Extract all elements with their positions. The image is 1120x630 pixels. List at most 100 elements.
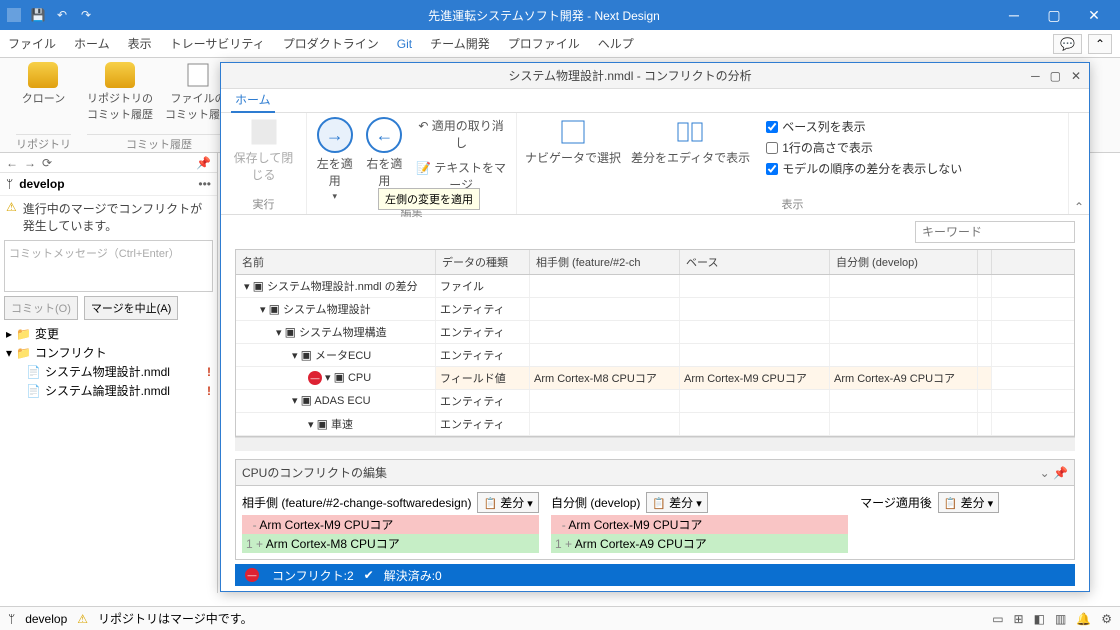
entity-icon: ▣ — [285, 325, 296, 339]
conflict-status-bar: —コンフリクト:2 ✔解決済み:0 — [235, 564, 1075, 586]
dialog-maximize-button[interactable]: ▢ — [1050, 69, 1061, 83]
warning-icon: ⚠ — [6, 200, 17, 214]
chk-show-base[interactable]: ベース列を表示 — [766, 117, 962, 136]
diff-button[interactable]: 📋 差分 ▾ — [477, 492, 538, 513]
branch-name: develop — [19, 177, 64, 191]
refresh-icon[interactable]: ⟳ — [42, 156, 52, 170]
menu-profile[interactable]: プロファイル — [508, 35, 580, 52]
col-mine[interactable]: 自分側 (develop) — [830, 250, 978, 274]
tree-changes[interactable]: ▸📁変更 — [4, 324, 213, 343]
menu-team[interactable]: チーム開発 — [430, 35, 490, 52]
collapse-ribbon-icon[interactable]: ⌃ — [1069, 113, 1089, 214]
changes-tree: ▸📁変更 ▾📁コンフリクト 📄システム物理設計.nmdl! 📄システム論理設計.… — [0, 322, 217, 402]
col-name[interactable]: 名前 — [236, 250, 436, 274]
branch-more-icon[interactable]: ••• — [198, 177, 211, 191]
dialog-close-button[interactable]: ✕ — [1071, 69, 1081, 83]
select-navigator-button[interactable]: ナビゲータで選択 — [525, 117, 621, 166]
commit-button[interactable]: コミット(O) — [4, 296, 78, 320]
col-base[interactable]: ベース — [680, 250, 830, 274]
collapse-ribbon-icon[interactable]: ⌃ — [1088, 34, 1112, 54]
menu-file[interactable]: ファイル — [8, 35, 56, 52]
notifications-icon[interactable]: 🔔 — [1076, 612, 1091, 626]
show-diff-editor-button[interactable]: 差分をエディタで表示 — [631, 117, 750, 166]
menu-home[interactable]: ホーム — [74, 35, 110, 52]
redo-icon[interactable]: ↷ — [78, 7, 94, 23]
chk-row-height[interactable]: 1行の高さで表示 — [766, 138, 962, 157]
save-icon[interactable]: 💾 — [30, 7, 46, 23]
arrow-right-icon[interactable]: → — [24, 156, 36, 170]
grid-horizontal-scrollbar[interactable] — [235, 437, 1075, 451]
merged-label: マージ適用後 — [860, 494, 932, 511]
grid-row[interactable]: ▾ ▣ 車速エンティティ — [236, 413, 1074, 436]
conflict-marker-icon: ! — [207, 365, 211, 379]
apply-right-button[interactable]: ←右を適用 — [365, 117, 405, 189]
save-icon — [249, 117, 279, 147]
grid-row[interactable]: ▾ ▣ システム物理構造エンティティ — [236, 321, 1074, 344]
status-branch[interactable]: develop — [25, 612, 67, 626]
database-icon — [28, 62, 58, 88]
grid-row[interactable]: ▾ ▣ システム物理設計エンティティ — [236, 298, 1074, 321]
chat-icon[interactable]: 💬 — [1053, 34, 1082, 54]
diff-removed-line: - Arm Cortex-M9 CPUコア — [551, 515, 848, 534]
dialog-title: システム物理設計.nmdl - コンフリクトの分析 — [229, 67, 1031, 84]
status-icon[interactable]: ⊞ — [1014, 612, 1024, 626]
window-title: 先進運転システムソフト開発 - Next Design — [94, 7, 994, 24]
pin-icon[interactable]: 📌 — [196, 156, 211, 170]
status-icon[interactable]: ▭ — [992, 612, 1003, 626]
grid-header: 名前 データの種類 相手側 (feature/#2-ch ベース 自分側 (de… — [236, 250, 1074, 275]
col-their[interactable]: 相手側 (feature/#2-ch — [530, 250, 680, 274]
clone-button[interactable]: クローン — [22, 62, 65, 108]
apply-left-button[interactable]: →左を適用▾ — [315, 117, 355, 202]
repo-history-button[interactable]: リポジトリの コミット履歴 — [87, 62, 153, 124]
menu-git[interactable]: Git — [397, 37, 412, 51]
diff-button[interactable]: 📋 差分 ▾ — [646, 492, 707, 513]
arrow-left-circle-icon: ← — [366, 117, 402, 153]
menu-view[interactable]: 表示 — [128, 35, 152, 52]
grid-row[interactable]: ▾ ▣ システム物理設計.nmdl の差分ファイル — [236, 275, 1074, 298]
tab-home[interactable]: ホーム — [231, 88, 275, 113]
merge-warning: ⚠ 進行中のマージでコンフリクトが発生しています。 — [0, 196, 217, 238]
col-type[interactable]: データの種類 — [436, 250, 530, 274]
branch-row[interactable]: ᛘ develop ••• — [0, 173, 217, 196]
menu-product[interactable]: プロダクトライン — [283, 35, 379, 52]
undo-icon[interactable]: ↶ — [54, 7, 70, 23]
close-button[interactable]: ✕ — [1074, 0, 1114, 30]
diff-added-line: 1 + Arm Cortex-A9 CPUコア — [551, 534, 848, 553]
minimize-button[interactable]: ─ — [994, 0, 1034, 30]
dialog-minimize-button[interactable]: ─ — [1031, 69, 1040, 83]
diff-removed-line: - Arm Cortex-M9 CPUコア — [242, 515, 539, 534]
grid-row[interactable]: —▾ ▣ CPUフィールド値Arm Cortex-M8 CPUコアArm Cor… — [236, 367, 1074, 390]
chk-order-diff[interactable]: モデルの順序の差分を表示しない — [766, 159, 962, 178]
database-icon — [105, 62, 135, 88]
warning-text: 進行中のマージでコンフリクトが発生しています。 — [23, 200, 211, 234]
status-icon[interactable]: ▥ — [1055, 612, 1066, 626]
conflict-analysis-window: システム物理設計.nmdl - コンフリクトの分析 ─ ▢ ✕ ホーム 保存して… — [220, 62, 1090, 592]
stop-icon: — — [308, 371, 322, 385]
conflict-file[interactable]: 📄システム物理設計.nmdl! — [4, 362, 213, 381]
ribbon-group-repo: リポジトリ — [16, 134, 71, 152]
grid-row[interactable]: ▾ ▣ メータECUエンティティ — [236, 344, 1074, 367]
commit-message-input[interactable]: コミットメッセージ（Ctrl+Enter） — [4, 240, 213, 292]
keyword-input[interactable] — [915, 221, 1075, 243]
undo-apply-button[interactable]: ↶ 適用の取り消し — [414, 117, 508, 151]
diff-icon — [676, 117, 706, 147]
settings-icon[interactable]: ⚙ — [1101, 612, 1112, 626]
conflict-file[interactable]: 📄システム論理設計.nmdl! — [4, 381, 213, 400]
arrow-right-circle-icon: → — [317, 117, 353, 153]
tree-conflicts[interactable]: ▾📁コンフリクト — [4, 343, 213, 362]
maximize-button[interactable]: ▢ — [1034, 0, 1074, 30]
grid-row[interactable]: ▾ ▣ ADAS ECUエンティティ — [236, 390, 1074, 413]
collapse-editor-icon[interactable]: ⌄ 📌 — [1040, 466, 1068, 480]
menu-trace[interactable]: トレーサビリティ — [170, 35, 265, 52]
dialog-tabs: ホーム — [221, 89, 1089, 113]
save-close-button[interactable]: 保存して閉じる — [229, 117, 298, 183]
app-icon — [6, 7, 22, 23]
stop-icon: — — [245, 568, 259, 582]
arrow-left-icon[interactable]: ← — [6, 156, 18, 170]
status-icon[interactable]: ◧ — [1034, 612, 1045, 626]
diff-button[interactable]: 📋 差分 ▾ — [938, 492, 999, 513]
menu-help[interactable]: ヘルプ — [598, 35, 634, 52]
document-icon — [184, 62, 212, 88]
status-bar: ᛘdevelop ⚠リポジトリはマージ中です。 ▭ ⊞ ◧ ▥ 🔔 ⚙ — [0, 606, 1120, 630]
abort-merge-button[interactable]: マージを中止(A) — [84, 296, 178, 320]
